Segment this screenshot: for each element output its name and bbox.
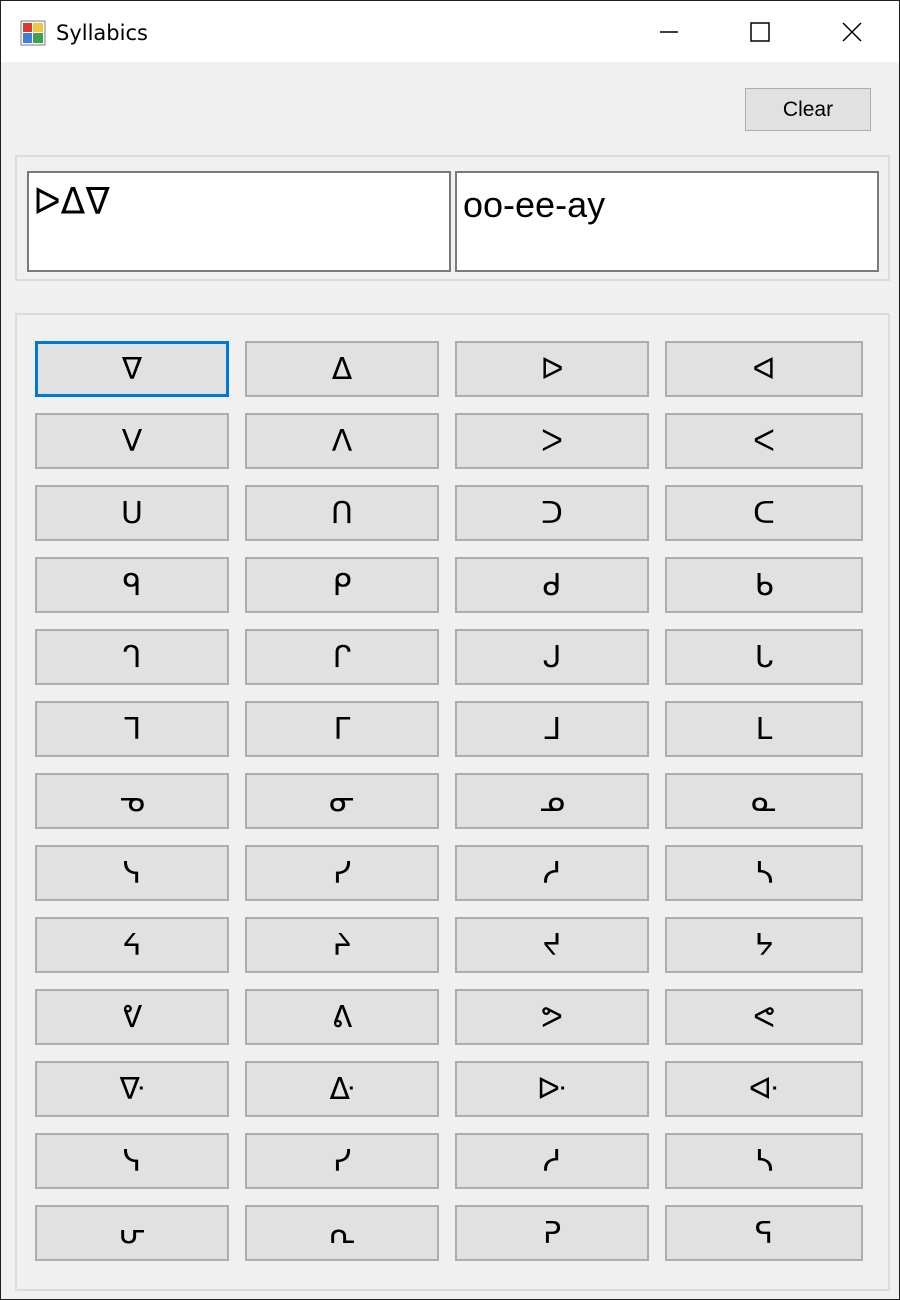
- syllabic-key[interactable]: ᓱ: [455, 1133, 649, 1189]
- syllabic-key[interactable]: ᓄ: [455, 773, 649, 829]
- syllabic-key[interactable]: ᒉ: [35, 629, 229, 685]
- syllabic-key[interactable]: ᓴ: [665, 1133, 863, 1189]
- syllabic-key[interactable]: ᑎ: [245, 485, 439, 541]
- syllabic-key[interactable]: ᓴ: [665, 845, 863, 901]
- syllabic-key[interactable]: ᐃ: [245, 341, 439, 397]
- syllabic-key[interactable]: ᐳ: [455, 413, 649, 469]
- syllabic-key[interactable]: ᒐ: [665, 629, 863, 685]
- syllabic-key[interactable]: ᒥ: [245, 701, 439, 757]
- syllabic-key[interactable]: ᒣ: [35, 701, 229, 757]
- syllabic-key[interactable]: ᑌ: [35, 485, 229, 541]
- syllabic-key[interactable]: ᕂ: [35, 1205, 229, 1261]
- syllabics-keyboard: ᐁᐃᐅᐊᐯᐱᐳᐸᑌᑎᑐᑕᑫᑭᑯᑲᒉᒋᒍᒐᒣᒥᒧᒪᓀᓂᓄᓇᓭᓯᓱᓴᔦᔨᔪᔭᕓᕕᕗᕙ…: [35, 341, 863, 1261]
- syllabic-key[interactable]: ᕕ: [245, 989, 439, 1045]
- syllabic-key[interactable]: ᔨ: [245, 917, 439, 973]
- title-bar[interactable]: Syllabics: [1, 1, 899, 62]
- syllabic-key[interactable]: ᐏ: [245, 1061, 439, 1117]
- syllabic-key[interactable]: ᒪ: [665, 701, 863, 757]
- syllabic-key[interactable]: ᓂ: [245, 773, 439, 829]
- syllabic-key[interactable]: ᔪ: [455, 917, 649, 973]
- minimize-icon: [660, 30, 678, 33]
- syllabic-key[interactable]: ᕙ: [665, 989, 863, 1045]
- syllabic-key[interactable]: ᑭ: [245, 557, 439, 613]
- clear-button[interactable]: Clear: [745, 88, 871, 131]
- syllabic-key[interactable]: ᐯ: [35, 413, 229, 469]
- syllabic-key[interactable]: ᒧ: [455, 701, 649, 757]
- syllabic-key[interactable]: ᐁ: [35, 341, 229, 397]
- syllabic-key[interactable]: ᓭ: [35, 1133, 229, 1189]
- syllabics-output-field[interactable]: ᐅᐃᐁ: [27, 171, 451, 272]
- syllabic-key[interactable]: ᕓ: [35, 989, 229, 1045]
- syllabic-key[interactable]: ᑲ: [665, 557, 863, 613]
- syllabic-key[interactable]: ᕗ: [455, 989, 649, 1045]
- syllabic-key[interactable]: ᐊ: [665, 341, 863, 397]
- maximize-icon: [750, 21, 770, 42]
- minimize-button[interactable]: [623, 1, 715, 62]
- syllabic-key[interactable]: ᕈ: [455, 1205, 649, 1261]
- syllabic-key[interactable]: ᐅ: [455, 341, 649, 397]
- syllabic-key[interactable]: ᒋ: [245, 629, 439, 685]
- syllabic-key[interactable]: ᐍ: [35, 1061, 229, 1117]
- app-window-icon: [20, 20, 46, 46]
- syllabic-key[interactable]: ᐸ: [665, 413, 863, 469]
- syllabic-key[interactable]: ᑫ: [35, 557, 229, 613]
- syllabic-key[interactable]: ᓯ: [245, 845, 439, 901]
- app-window: Syllabics Clear ᐅᐃᐁ oo-ee-ay ᐁᐃᐅᐊ ᐯᐱᐳᐸ ᑌᑎᑐ…: [0, 0, 900, 1300]
- syllabic-key[interactable]: ᑯ: [455, 557, 649, 613]
- syllabic-key[interactable]: ᐓ: [455, 1061, 649, 1117]
- syllabic-key[interactable]: ᔭ: [665, 917, 863, 973]
- window-title: Syllabics: [56, 21, 148, 45]
- roman-output-field[interactable]: oo-ee-ay: [455, 171, 879, 272]
- syllabic-key[interactable]: ᐘ: [665, 1061, 863, 1117]
- syllabic-key[interactable]: ᔦ: [35, 917, 229, 973]
- syllabic-key[interactable]: ᑐ: [455, 485, 649, 541]
- close-button[interactable]: [806, 1, 898, 62]
- syllabic-key[interactable]: ᓭ: [35, 845, 229, 901]
- syllabic-key[interactable]: ᓱ: [455, 845, 649, 901]
- syllabic-key[interactable]: ᓯ: [245, 1133, 439, 1189]
- syllabic-key[interactable]: ᓇ: [665, 773, 863, 829]
- syllabic-key[interactable]: ᕆ: [245, 1205, 439, 1261]
- close-icon: [842, 21, 862, 42]
- syllabic-key[interactable]: ᕋ: [665, 1205, 863, 1261]
- maximize-button[interactable]: [714, 1, 806, 62]
- syllabic-key[interactable]: ᓀ: [35, 773, 229, 829]
- syllabic-key[interactable]: ᐱ: [245, 413, 439, 469]
- syllabic-key[interactable]: ᒍ: [455, 629, 649, 685]
- syllabic-key[interactable]: ᑕ: [665, 485, 863, 541]
